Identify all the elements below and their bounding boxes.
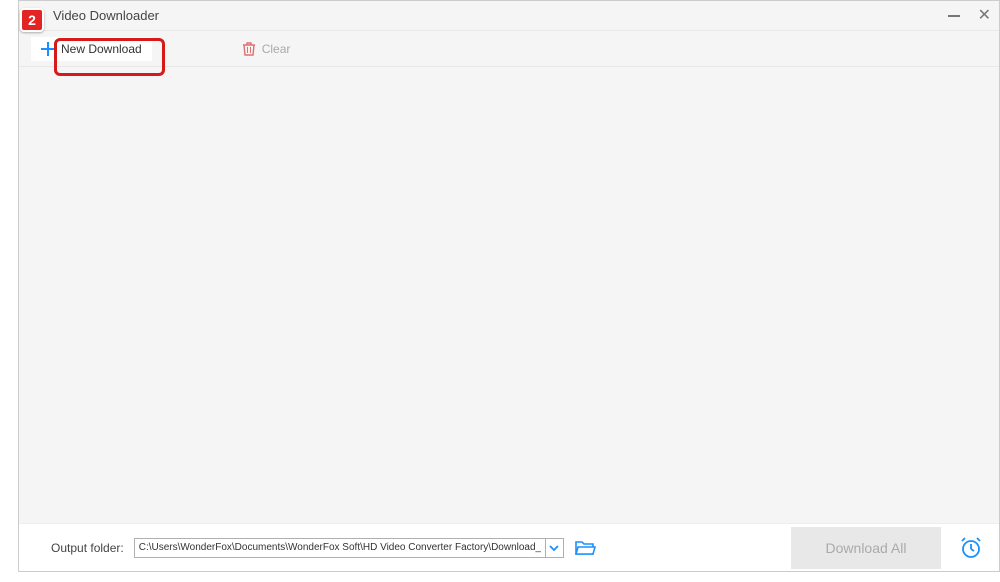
clear-label: Clear: [262, 42, 291, 56]
output-path-input[interactable]: [135, 539, 545, 557]
callout-badge: 2: [20, 8, 44, 32]
schedule-button[interactable]: [959, 536, 983, 560]
close-button[interactable]: ✕: [978, 8, 991, 24]
output-folder-label: Output folder:: [51, 541, 124, 555]
output-path-dropdown[interactable]: [545, 539, 563, 557]
alarm-clock-icon: [959, 536, 983, 560]
toolbar: New Download Clear: [19, 31, 999, 67]
minimize-button[interactable]: [948, 15, 960, 17]
download-all-button[interactable]: Download All: [791, 527, 941, 569]
plus-icon: [41, 42, 55, 56]
new-download-button[interactable]: New Download: [31, 37, 152, 61]
titlebar: Video Downloader ✕: [19, 1, 999, 31]
window-title: Video Downloader: [53, 8, 948, 23]
new-download-label: New Download: [61, 42, 142, 56]
folder-icon: [574, 539, 596, 557]
bottom-bar: Output folder: Download All: [19, 523, 999, 571]
open-folder-button[interactable]: [574, 539, 596, 557]
output-path-field[interactable]: [134, 538, 564, 558]
chevron-down-icon: [549, 545, 559, 551]
clear-button[interactable]: Clear: [232, 37, 301, 61]
window: Video Downloader ✕ New Download Clear Ou…: [18, 0, 1000, 572]
content-area: [19, 67, 999, 523]
trash-icon: [242, 42, 256, 56]
